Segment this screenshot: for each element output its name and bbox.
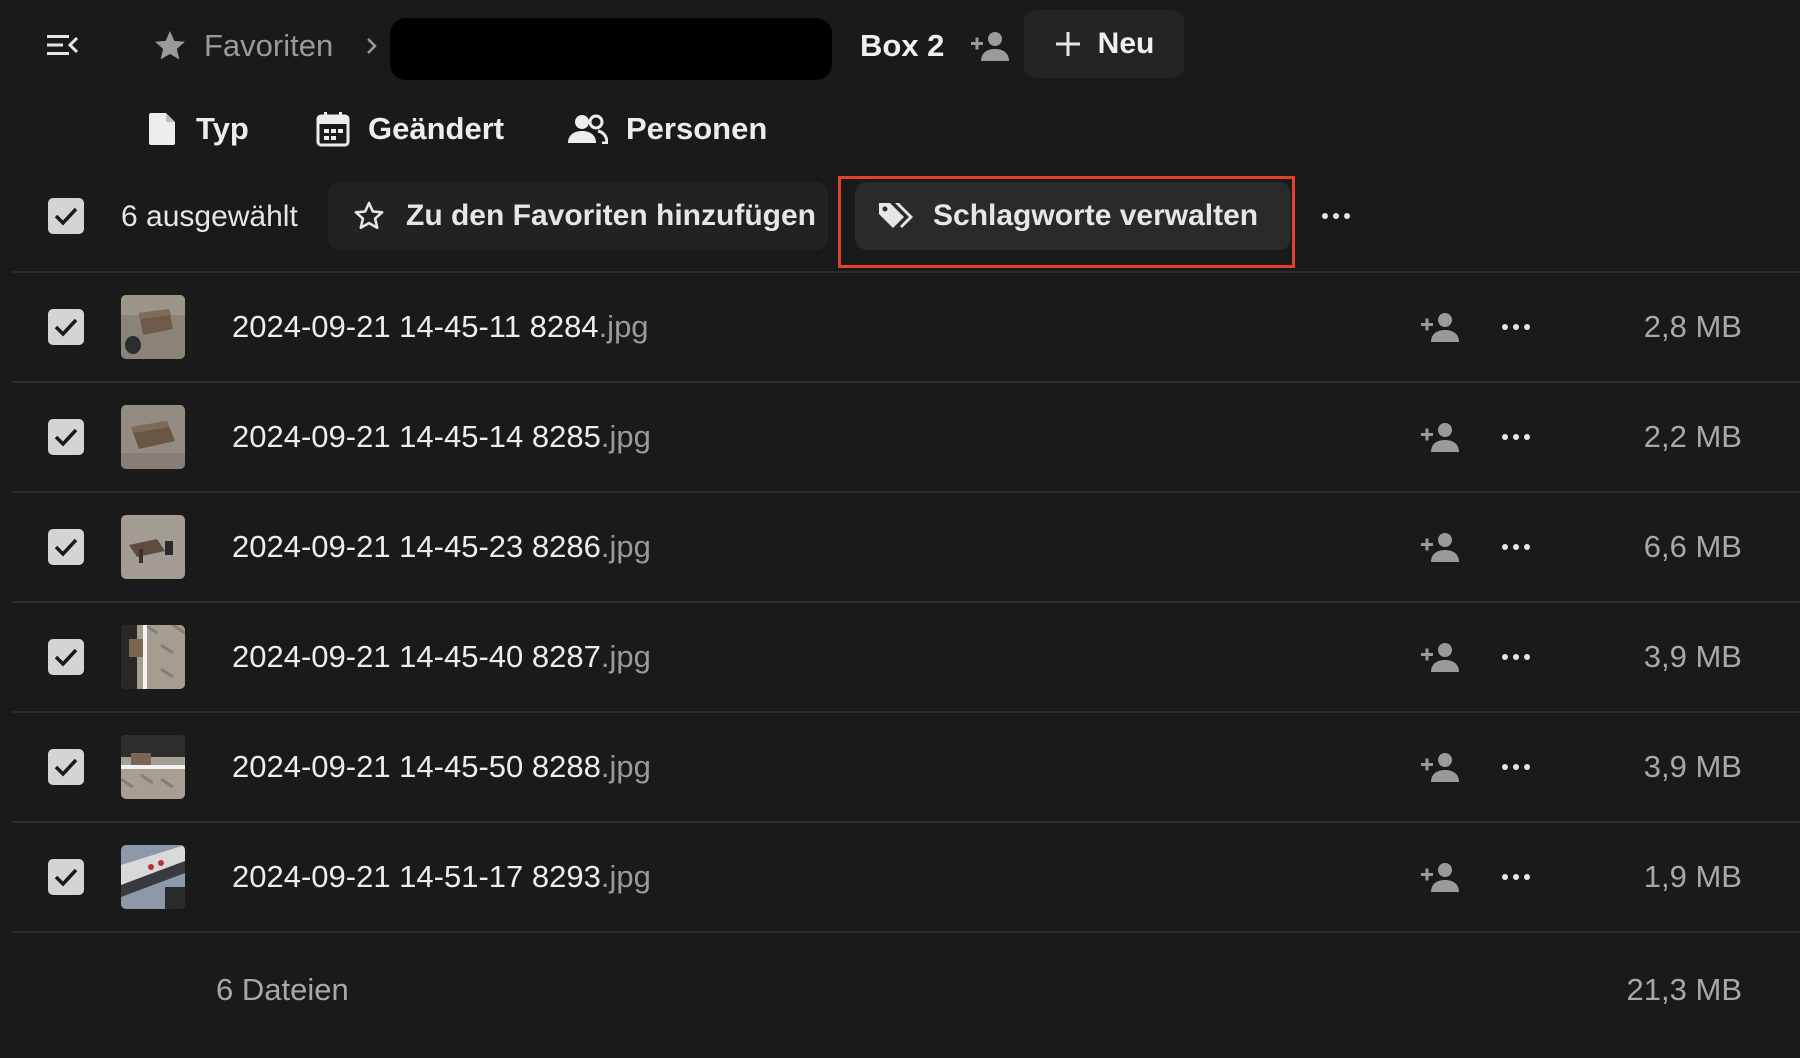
file-basename: 2024-09-21 14-45-14 8285	[232, 419, 601, 454]
file-name[interactable]: 2024-09-21 14-45-23 8286 .jpg	[232, 523, 651, 571]
checkmark-icon	[54, 428, 78, 447]
file-size: 3,9 MB	[1643, 639, 1742, 674]
filter-modified[interactable]: Geändert	[316, 104, 504, 154]
file-basename: 2024-09-21 14-45-11 8284	[232, 309, 599, 344]
file-extension: .jpg	[600, 749, 651, 784]
breadcrumb-favorites[interactable]: Favoriten	[152, 22, 333, 70]
file-thumbnail[interactable]	[121, 845, 185, 909]
share-folder-icon[interactable]	[968, 24, 1012, 68]
file-name[interactable]: 2024-09-21 14-45-40 8287 .jpg	[232, 633, 651, 681]
file-size: 2,8 MB	[1643, 309, 1742, 344]
row-checkbox[interactable]	[48, 309, 84, 345]
divider	[12, 931, 1800, 933]
row-checkbox[interactable]	[48, 859, 84, 895]
manage-tags-button[interactable]: Schlagworte verwalten	[855, 182, 1291, 250]
manage-tags-label: Schlagworte verwalten	[933, 199, 1259, 232]
row-more-icon[interactable]	[1494, 525, 1538, 569]
breadcrumb-redacted-folder[interactable]	[390, 18, 832, 80]
chevron-right-icon	[364, 28, 386, 64]
file-extension: .jpg	[600, 419, 651, 454]
table-row[interactable]: 2024-09-21 14-45-50 8288 .jpg 3,9 MB	[12, 713, 1800, 821]
share-icon[interactable]	[1418, 305, 1462, 349]
tags-icon	[879, 203, 913, 228]
file-basename: 2024-09-21 14-51-17 8293	[232, 859, 601, 894]
checkmark-icon	[54, 648, 78, 667]
plus-icon	[1055, 32, 1080, 56]
new-button-label: Neu	[1097, 27, 1155, 60]
row-more-icon[interactable]	[1494, 415, 1538, 459]
row-checkbox[interactable]	[48, 749, 84, 785]
checkmark-icon	[54, 758, 78, 777]
filter-people[interactable]: Personen	[568, 104, 767, 154]
breadcrumb-favorites-label: Favoriten	[204, 28, 334, 63]
table-row[interactable]: 2024-09-21 14-45-23 8286 .jpg 6,6 MB	[12, 493, 1800, 601]
file-size: 1,9 MB	[1643, 859, 1742, 894]
checkmark-icon	[54, 868, 78, 887]
filter-people-label: Personen	[626, 111, 768, 146]
file-name[interactable]: 2024-09-21 14-45-11 8284 .jpg	[232, 303, 649, 351]
row-more-icon[interactable]	[1494, 745, 1538, 789]
file-count-summary: 6 Dateien	[216, 972, 349, 1007]
file-name[interactable]: 2024-09-21 14-45-14 8285 .jpg	[232, 413, 651, 461]
file-name[interactable]: 2024-09-21 14-51-17 8293 .jpg	[232, 853, 651, 901]
calendar-icon	[316, 112, 350, 147]
checkmark-icon	[54, 318, 78, 337]
filter-modified-label: Geändert	[368, 111, 505, 146]
more-actions-icon[interactable]	[1314, 198, 1358, 234]
file-size: 3,9 MB	[1643, 749, 1742, 784]
selection-count: 6 ausgewählt	[121, 200, 298, 233]
file-thumbnail[interactable]	[121, 295, 185, 359]
filter-type-label: Typ	[196, 111, 249, 146]
file-thumbnail[interactable]	[121, 625, 185, 689]
row-more-icon[interactable]	[1494, 305, 1538, 349]
file-basename: 2024-09-21 14-45-40 8287	[232, 639, 601, 674]
add-to-favorites-button[interactable]: Zu den Favoriten hinzufügen	[328, 182, 828, 250]
file-thumbnail[interactable]	[121, 515, 185, 579]
file-size: 2,2 MB	[1643, 419, 1742, 454]
table-row[interactable]: 2024-09-21 14-45-11 8284 .jpg 2,8 MB	[12, 273, 1800, 381]
total-size-summary: 21,3 MB	[1626, 972, 1742, 1007]
filter-type[interactable]: Typ	[148, 104, 249, 154]
row-checkbox[interactable]	[48, 419, 84, 455]
file-extension: .jpg	[598, 309, 649, 344]
file-icon	[149, 113, 175, 145]
checkmark-icon	[54, 538, 78, 557]
table-row[interactable]: 2024-09-21 14-51-17 8293 .jpg 1,9 MB	[12, 823, 1800, 931]
table-row[interactable]: 2024-09-21 14-45-14 8285 .jpg 2,2 MB	[12, 383, 1800, 491]
star-outline-icon	[354, 201, 384, 230]
share-icon[interactable]	[1418, 745, 1462, 789]
share-icon[interactable]	[1418, 635, 1462, 679]
file-name[interactable]: 2024-09-21 14-45-50 8288 .jpg	[232, 743, 651, 791]
row-checkbox[interactable]	[48, 639, 84, 675]
file-basename: 2024-09-21 14-45-23 8286	[232, 529, 601, 564]
file-thumbnail[interactable]	[121, 405, 185, 469]
table-row[interactable]: 2024-09-21 14-45-40 8287 .jpg 3,9 MB	[12, 603, 1800, 711]
row-checkbox[interactable]	[48, 529, 84, 565]
add-to-favorites-label: Zu den Favoriten hinzufügen	[406, 199, 816, 232]
menu-toggle-icon[interactable]	[40, 26, 84, 64]
breadcrumb-current-folder: Box 2	[860, 28, 945, 63]
checkmark-icon	[54, 207, 78, 226]
file-basename: 2024-09-21 14-45-50 8288	[232, 749, 601, 784]
new-button[interactable]: Neu	[1024, 10, 1184, 78]
file-extension: .jpg	[600, 529, 651, 564]
share-icon[interactable]	[1418, 855, 1462, 899]
share-icon[interactable]	[1418, 415, 1462, 459]
file-extension: .jpg	[600, 639, 651, 674]
file-extension: .jpg	[600, 859, 651, 894]
select-all-checkbox[interactable]	[48, 198, 84, 234]
star-icon	[155, 31, 185, 60]
file-thumbnail[interactable]	[121, 735, 185, 799]
people-icon	[568, 114, 608, 144]
row-more-icon[interactable]	[1494, 855, 1538, 899]
file-size: 6,6 MB	[1643, 529, 1742, 564]
share-icon[interactable]	[1418, 525, 1462, 569]
row-more-icon[interactable]	[1494, 635, 1538, 679]
